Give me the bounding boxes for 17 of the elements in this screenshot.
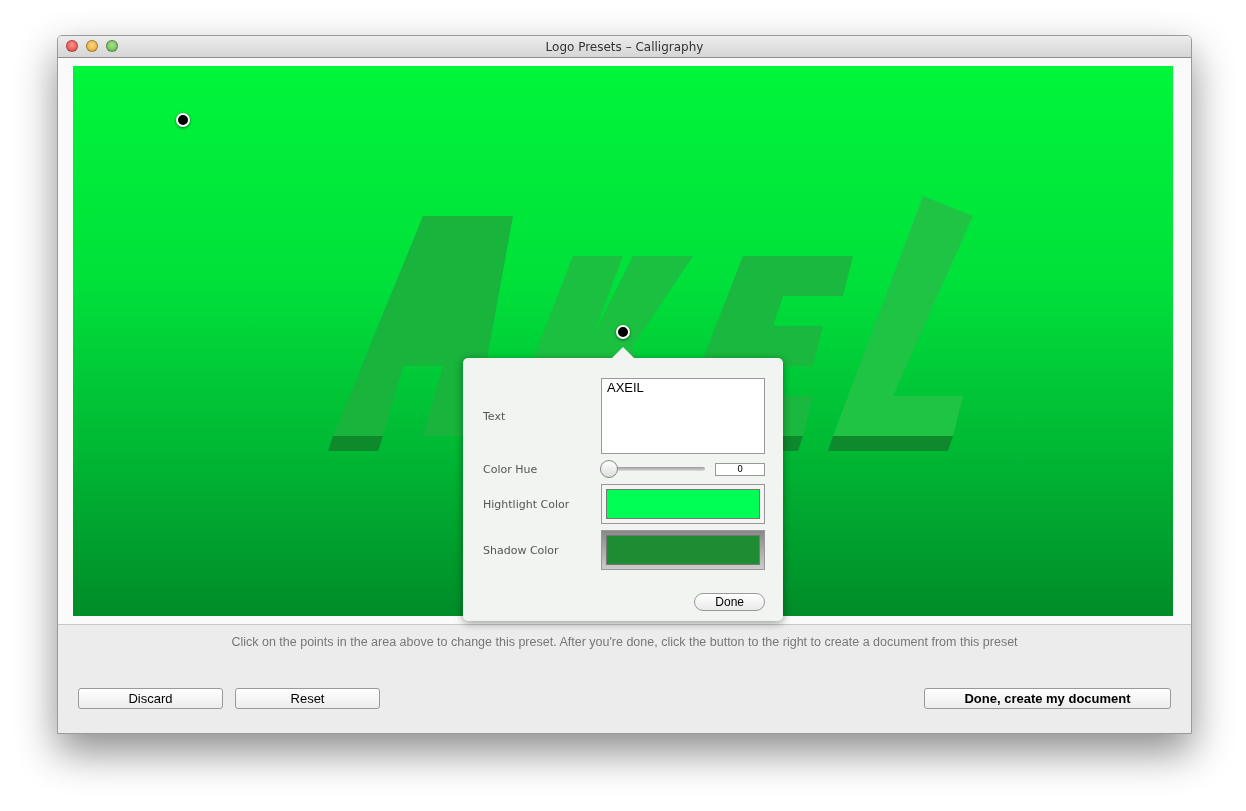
text-label: Text <box>483 409 507 423</box>
color-label: Hightlight Color <box>483 497 571 511</box>
text-input-field[interactable]: AXEIL <box>601 378 765 454</box>
minimize-button[interactable] <box>86 40 98 52</box>
window-title: Logo Presets – Calligraphy <box>545 39 704 54</box>
zoom-button[interactable] <box>106 40 118 52</box>
control-point-icon[interactable] <box>176 113 190 127</box>
color-label: Shadow Color <box>483 543 560 557</box>
hue-slider[interactable] <box>600 460 706 478</box>
create-document-button[interactable]: Done, create my document <box>924 688 1171 709</box>
action-button[interactable]: Reset <box>235 688 380 709</box>
color-hue-label: Color Hue <box>483 462 539 476</box>
done-button[interactable]: Done <box>694 593 765 611</box>
hue-value-field[interactable]: 0 <box>715 462 765 476</box>
instruction-text: Click on the points in the area above to change this preset. After you're done, click the button to the right to create a document from this preset <box>231 635 1018 649</box>
close-button[interactable] <box>66 40 78 52</box>
action-button[interactable]: Discard <box>78 688 223 709</box>
